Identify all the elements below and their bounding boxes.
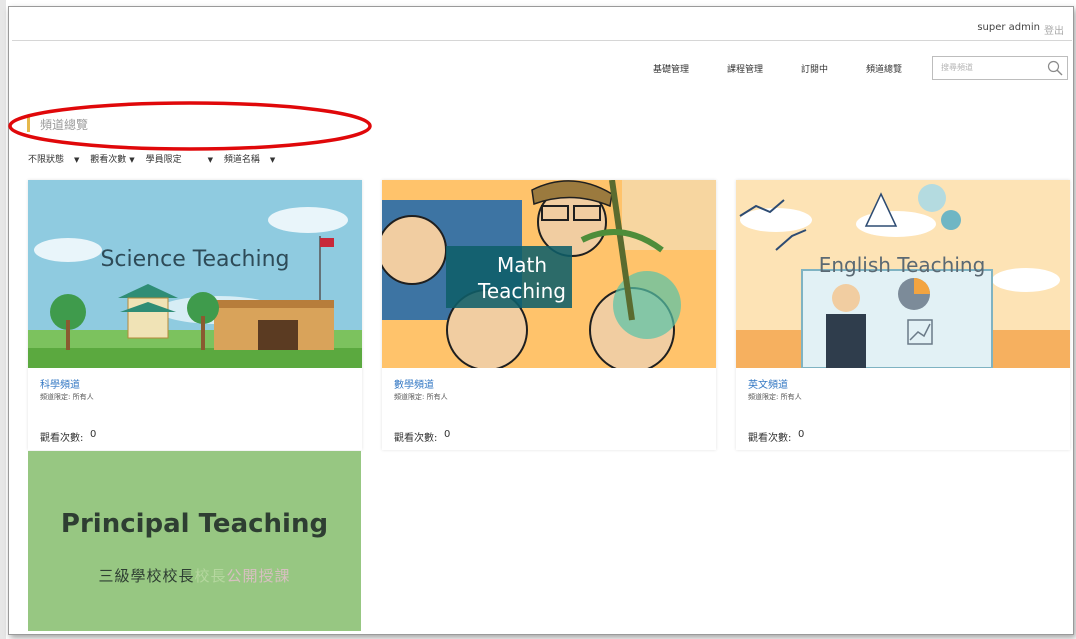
dropdown-arrow-icon: ▼ (207, 156, 213, 164)
dropdown-arrow-icon: ▼ (74, 156, 80, 164)
channel-name-english[interactable]: 英文頻道 (748, 376, 788, 391)
top-bar: super admin 登出 (12, 16, 1072, 41)
channel-permission: 頻道限定: 所有人 (40, 393, 94, 401)
channel-name-science[interactable]: 科學頻道 (40, 376, 80, 391)
science-banner-text: Science Teaching (100, 247, 289, 272)
views-label: 觀看次數: (394, 433, 438, 444)
user-name-link[interactable]: super admin (977, 22, 1040, 33)
nav-channel-overview[interactable]: 頻道總覽 (866, 62, 902, 75)
channel-card-english[interactable]: English Teaching 英文頻道 頻道限定: 所有人 觀看次數: 0 (736, 180, 1070, 450)
math-banner-text-line1: Math (497, 253, 547, 277)
math-banner-image[interactable]: Math Teaching (382, 180, 716, 368)
dropdown-arrow-icon: ▼ (129, 156, 135, 164)
views-label: 觀看次數: (748, 433, 792, 444)
nav-course-management[interactable]: 課程管理 (727, 62, 763, 75)
filter-views-dropdown[interactable]: 觀看次數 ▼ (90, 152, 134, 165)
filter-bar: 不限狀態 ▼ 觀看次數 ▼ 學員限定 ▼ 頻道名稱 ▼ (28, 152, 283, 165)
filter-student-dropdown[interactable]: 學員限定 ▼ (146, 152, 213, 165)
search-icon[interactable] (1047, 60, 1063, 76)
views-count: 0 (444, 429, 451, 440)
window-left-edge (0, 0, 6, 639)
filter-status-dropdown[interactable]: 不限狀態 ▼ (28, 152, 79, 165)
science-banner-image[interactable]: Science Teaching (28, 180, 362, 368)
search-box[interactable] (932, 56, 1068, 80)
principal-banner-text: Principal Teaching (60, 509, 329, 539)
logout-link[interactable]: 登出 (1044, 22, 1064, 37)
channel-permission: 頻道限定: 所有人 (394, 393, 448, 401)
channel-card-math[interactable]: Math Teaching 數學頻道 頻道限定: 所有人 觀看次數: 0 (382, 180, 716, 450)
principal-banner-subtitle: 三級學校校長校長公開授課 (98, 567, 291, 585)
nav-subscribed[interactable]: 訂閱中 (801, 62, 828, 75)
nav-basic-management[interactable]: 基礎管理 (653, 62, 689, 75)
red-annotation-ellipse (8, 101, 372, 151)
views-count: 0 (798, 429, 805, 440)
channel-permission: 頻道限定: 所有人 (748, 393, 802, 401)
math-banner-text-line2: Teaching (477, 279, 566, 303)
filter-channel-name-dropdown[interactable]: 頻道名稱 ▼ (224, 152, 275, 165)
search-input[interactable] (939, 62, 1043, 73)
dropdown-arrow-icon: ▼ (269, 156, 276, 164)
channel-card-science[interactable]: Science Teaching 科學頻道 頻道限定: 所有人 觀看次數: 0 (28, 180, 362, 450)
views-label: 觀看次數: (40, 433, 84, 444)
channel-card-principal[interactable]: Principal Teaching 三級學校校長校長公開授課 (28, 451, 361, 631)
channel-name-math[interactable]: 數學頻道 (394, 376, 434, 391)
english-banner-image[interactable]: English Teaching (736, 180, 1070, 368)
english-banner-text: English Teaching (819, 253, 986, 277)
views-count: 0 (90, 429, 97, 440)
